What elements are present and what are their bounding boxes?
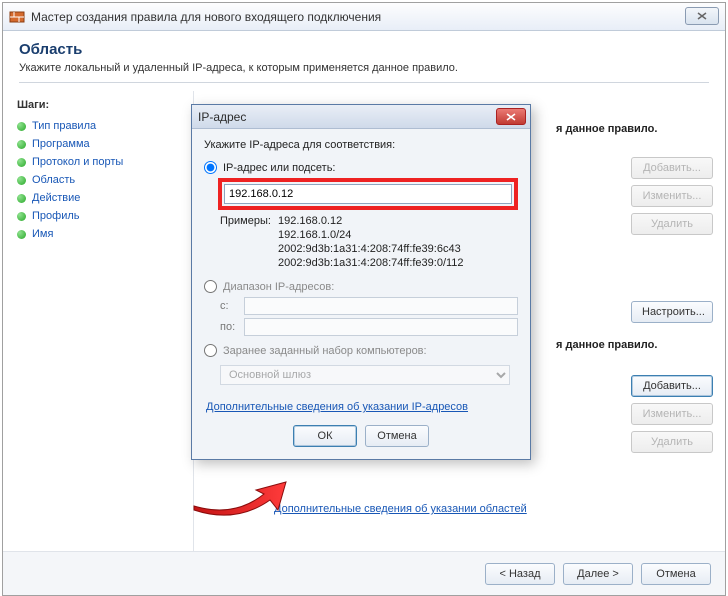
examples-label: Примеры: [220,214,271,228]
dialog-title: IP-адрес [198,110,246,124]
titlebar: Мастер создания правила для нового входя… [3,3,725,31]
link-areas-help[interactable]: Дополнительные сведения об указании обла… [274,503,527,515]
step-scope[interactable]: Область [17,171,183,189]
bullet-icon [17,194,26,203]
back-button[interactable]: < Назад [485,563,555,585]
step-profile[interactable]: Профиль [17,207,183,225]
radio-ip-range[interactable]: Диапазон IP-адресов: [204,280,518,293]
step-rule-type[interactable]: Тип правила [17,117,183,135]
radio-ip-range-input[interactable] [204,280,217,293]
firewall-icon [9,9,25,25]
link-ip-help[interactable]: Дополнительные сведения об указании IP-а… [206,401,468,413]
range-to-input[interactable] [244,318,518,336]
preset-select[interactable]: Основной шлюз [220,365,510,385]
cancel-button[interactable]: Отмена [641,563,711,585]
configure-button[interactable]: Настроить... [631,301,713,323]
edit-local-button[interactable]: Изменить... [631,185,713,207]
range-from-label: с: [220,300,244,312]
dialog-close-button[interactable] [496,108,526,125]
delete-local-button[interactable]: Удалить [631,213,713,235]
radio-ip-subnet[interactable]: IP-адрес или подсеть: [204,161,518,174]
range-to-label: по: [220,321,244,333]
step-protocol[interactable]: Протокол и порты [17,153,183,171]
range-from-input[interactable] [244,297,518,315]
wizard-footer: < Назад Далее > Отмена [3,551,725,595]
add-local-button[interactable]: Добавить... [631,157,713,179]
remote-address-buttons: Добавить... Изменить... Удалить [631,375,713,453]
ip-input-highlight [218,178,518,210]
example-ip: 192.168.1.0/24 [278,228,464,242]
dialog-instruction: Укажите IP-адреса для соответствия: [204,139,518,151]
page-subtitle: Укажите локальный и удаленный IP-адреса,… [19,62,709,74]
ok-button[interactable]: ОК [293,425,357,447]
next-button[interactable]: Далее > [563,563,633,585]
step-action[interactable]: Действие [17,189,183,207]
example-ip: 2002:9d3b:1a31:4:208:74ff:fe39:6c43 [278,242,464,256]
header: Область Укажите локальный и удаленный IP… [3,31,725,91]
bullet-icon [17,176,26,185]
bullet-icon [17,122,26,131]
add-remote-button[interactable]: Добавить... [631,375,713,397]
edit-remote-button[interactable]: Изменить... [631,403,713,425]
steps-heading: Шаги: [17,99,183,111]
window-close-button[interactable] [685,7,719,25]
local-address-buttons: Добавить... Изменить... Удалить [631,157,713,235]
step-name[interactable]: Имя [17,225,183,243]
dialog-cancel-button[interactable]: Отмена [365,425,429,447]
radio-ip-subnet-input[interactable] [204,161,217,174]
bullet-icon [17,230,26,239]
steps-sidebar: Шаги: Тип правила Программа Протокол и п… [3,91,193,551]
dialog-buttons: ОК Отмена [204,425,518,447]
radio-preset[interactable]: Заранее заданный набор компьютеров: [204,344,518,357]
bullet-icon [17,212,26,221]
page-title: Область [19,41,709,58]
bullet-icon [17,140,26,149]
rule-text-fragment-1: я данное правило. [556,123,657,135]
examples-block: Примеры: 192.168.0.12 192.168.1.0/24 200… [220,214,518,270]
example-ip: 2002:9d3b:1a31:4:208:74ff:fe39:0/112 [278,256,464,270]
delete-remote-button[interactable]: Удалить [631,431,713,453]
separator [19,82,709,83]
rule-text-fragment-2: я данное правило. [556,339,657,351]
ip-address-input[interactable] [224,184,512,204]
ip-address-dialog: IP-адрес Укажите IP-адреса для соответст… [191,104,531,460]
dialog-body: Укажите IP-адреса для соответствия: IP-а… [192,129,530,459]
step-program[interactable]: Программа [17,135,183,153]
window-title: Мастер создания правила для нового входя… [31,10,381,24]
radio-preset-input[interactable] [204,344,217,357]
range-inputs: с: по: [220,297,518,336]
dialog-titlebar: IP-адрес [192,105,530,129]
bullet-icon [17,158,26,167]
example-ip: 192.168.0.12 [278,214,464,228]
